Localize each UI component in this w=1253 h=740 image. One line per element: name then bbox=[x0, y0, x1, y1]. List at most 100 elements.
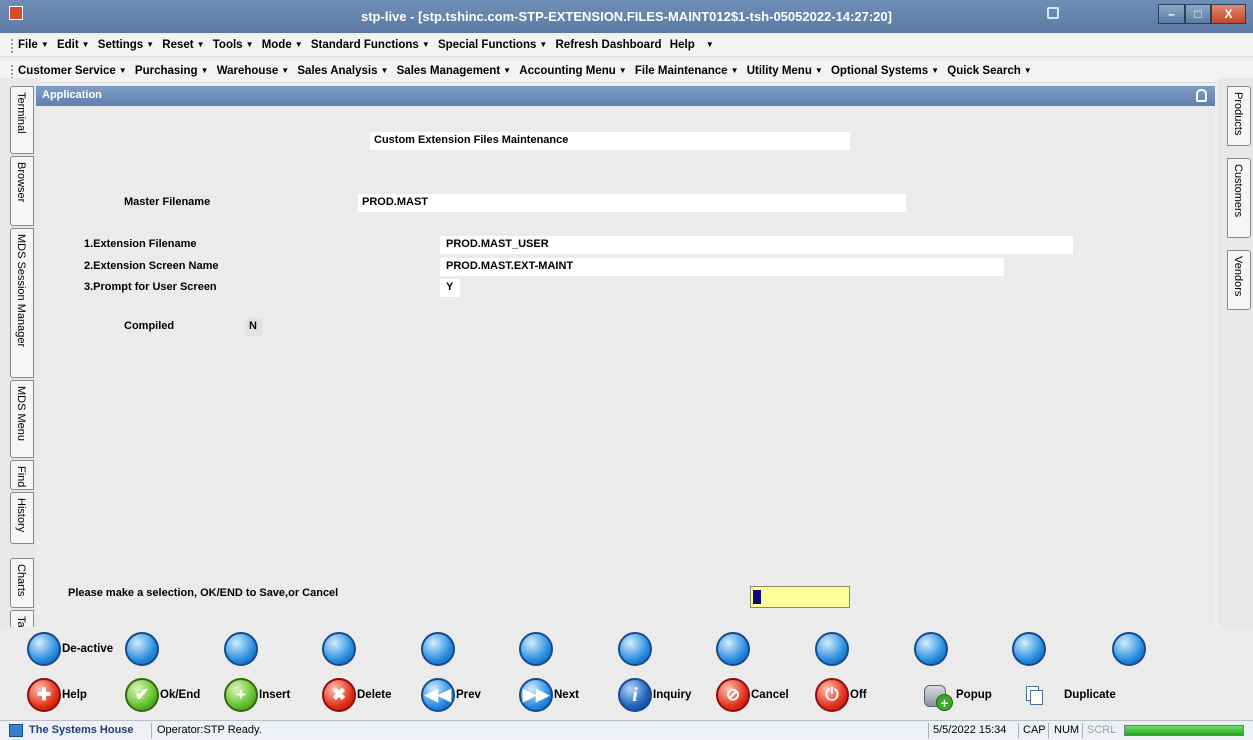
close-button[interactable]: X bbox=[1211, 4, 1246, 24]
master-filename-field[interactable]: PROD.MAST bbox=[358, 194, 906, 212]
tab-find[interactable]: Find bbox=[10, 460, 34, 490]
function-button-7[interactable] bbox=[618, 631, 653, 667]
function-button-8[interactable] bbox=[716, 631, 751, 667]
rewind-icon: ◀◀ bbox=[421, 678, 455, 712]
prompt-user-screen-field[interactable]: Y bbox=[440, 279, 460, 297]
globe-icon bbox=[224, 632, 258, 666]
tab-truncated[interactable]: Ta bbox=[10, 610, 34, 628]
duplicate-icon bbox=[1026, 684, 1046, 706]
minimize-button[interactable]: – bbox=[1158, 4, 1185, 24]
window-title: stp-live - [stp.tshinc.com-STP-EXTENSION… bbox=[361, 9, 892, 24]
menu-mode[interactable]: Mode ▼ bbox=[262, 39, 303, 51]
menu-sales-analysis[interactable]: Sales Analysis ▼ bbox=[297, 65, 388, 77]
popup-button[interactable]: + Popup bbox=[921, 677, 992, 713]
menu-edit[interactable]: Edit ▼ bbox=[57, 39, 90, 51]
application-title: Application bbox=[42, 89, 102, 101]
globe-icon bbox=[1112, 632, 1146, 666]
left-tab-strip: Terminal Browser MDS Session Manager MDS… bbox=[0, 78, 40, 700]
tab-customers[interactable]: Customers bbox=[1227, 158, 1251, 238]
tab-mds-menu[interactable]: MDS Menu bbox=[10, 380, 34, 458]
menu-file-maintenance[interactable]: File Maintenance ▼ bbox=[635, 65, 739, 77]
menu-special-functions[interactable]: Special Functions ▼ bbox=[438, 39, 547, 51]
prompt-user-screen-label: 3.Prompt for User Screen bbox=[84, 281, 217, 293]
company-logo-icon bbox=[9, 724, 23, 737]
ok-end-button[interactable]: ✔ Ok/End bbox=[125, 677, 200, 713]
menu-help[interactable]: Help bbox=[670, 39, 695, 51]
function-key-row-1: De-active bbox=[0, 627, 1253, 671]
menu-tools[interactable]: Tools ▼ bbox=[213, 39, 254, 51]
menu-customer-service[interactable]: Customer Service ▼ bbox=[18, 65, 127, 77]
tab-charts[interactable]: Charts bbox=[10, 558, 34, 608]
power-icon: ⏻ bbox=[815, 678, 849, 712]
globe-icon bbox=[815, 632, 849, 666]
lock-icon[interactable] bbox=[1196, 89, 1207, 102]
num-lock-indicator: NUM bbox=[1054, 724, 1080, 736]
function-button-11[interactable] bbox=[1012, 631, 1047, 667]
application-header: Application bbox=[36, 86, 1215, 106]
menu-standard-functions[interactable]: Standard Functions ▼ bbox=[311, 39, 430, 51]
menu-purchasing[interactable]: Purchasing ▼ bbox=[135, 65, 209, 77]
maximize-button[interactable]: □ bbox=[1185, 4, 1211, 24]
tab-browser[interactable]: Browser bbox=[10, 156, 34, 226]
menu-overflow[interactable]: ▼ bbox=[703, 39, 714, 51]
extension-filename-field[interactable]: PROD.MAST_USER bbox=[440, 236, 1073, 254]
module-menu-bar: Customer Service ▼ Purchasing ▼ Warehouse ▼… bbox=[0, 61, 1253, 83]
extension-screen-field[interactable]: PROD.MAST.EXT-MAINT bbox=[440, 258, 1004, 276]
menu-settings[interactable]: Settings ▼ bbox=[98, 39, 154, 51]
scroll-lock-indicator: SCRL bbox=[1087, 724, 1117, 736]
tab-products[interactable]: Products bbox=[1227, 86, 1251, 146]
page-title: Custom Extension Files Maintenance bbox=[370, 132, 850, 150]
tray-icon[interactable] bbox=[1047, 7, 1059, 19]
menu-sales-management[interactable]: Sales Management ▼ bbox=[397, 65, 511, 77]
insert-button[interactable]: + Insert bbox=[224, 677, 290, 713]
function-button-2[interactable] bbox=[125, 631, 160, 667]
help-button[interactable]: ✚ Help bbox=[27, 677, 87, 713]
company-name: The Systems House bbox=[29, 724, 134, 736]
menu-warehouse[interactable]: Warehouse ▼ bbox=[217, 65, 289, 77]
function-button-9[interactable] bbox=[815, 631, 850, 667]
info-icon: i bbox=[618, 678, 652, 712]
function-button-10[interactable] bbox=[914, 631, 949, 667]
inquiry-button[interactable]: i Inquiry bbox=[618, 677, 691, 713]
globe-icon bbox=[519, 632, 553, 666]
delete-button[interactable]: ✖ Delete bbox=[322, 677, 392, 713]
menu-quick-search[interactable]: Quick Search ▼ bbox=[947, 65, 1031, 77]
toolbar-grip[interactable] bbox=[11, 39, 13, 53]
next-button[interactable]: ▶▶ Next bbox=[519, 677, 579, 713]
function-button-12[interactable] bbox=[1112, 631, 1147, 667]
tab-mds-session-manager[interactable]: MDS Session Manager bbox=[10, 228, 34, 378]
globe-icon bbox=[322, 632, 356, 666]
plus-icon: + bbox=[224, 678, 258, 712]
status-datetime: 5/5/2022 15:34 bbox=[933, 724, 1007, 736]
function-button-6[interactable] bbox=[519, 631, 554, 667]
text-cursor bbox=[753, 590, 761, 604]
menu-optional-systems[interactable]: Optional Systems ▼ bbox=[831, 65, 939, 77]
off-button[interactable]: ⏻ Off bbox=[815, 677, 867, 713]
tab-history[interactable]: History bbox=[10, 492, 34, 544]
globe-icon bbox=[618, 632, 652, 666]
extension-filename-label: 1.Extension Filename bbox=[84, 238, 197, 250]
lifebuoy-icon: ✚ bbox=[27, 678, 61, 712]
menu-refresh-dashboard[interactable]: Refresh Dashboard bbox=[556, 39, 662, 51]
function-button-5[interactable] bbox=[421, 631, 456, 667]
no-entry-icon: ⊘ bbox=[716, 678, 750, 712]
tab-terminal[interactable]: Terminal bbox=[10, 86, 34, 154]
deactive-button[interactable]: De-active bbox=[27, 631, 113, 667]
prev-button[interactable]: ◀◀ Prev bbox=[421, 677, 481, 713]
toolbar-grip[interactable] bbox=[11, 65, 13, 79]
menu-utility[interactable]: Utility Menu ▼ bbox=[747, 65, 823, 77]
cancel-button[interactable]: ⊘ Cancel bbox=[716, 677, 789, 713]
globe-icon bbox=[1012, 632, 1046, 666]
menu-accounting[interactable]: Accounting Menu ▼ bbox=[519, 65, 626, 77]
selection-input[interactable] bbox=[750, 586, 850, 608]
tab-vendors[interactable]: Vendors bbox=[1227, 250, 1251, 310]
duplicate-button[interactable]: Duplicate bbox=[1018, 677, 1116, 713]
menu-reset[interactable]: Reset ▼ bbox=[162, 39, 204, 51]
globe-icon bbox=[716, 632, 750, 666]
extension-screen-label: 2.Extension Screen Name bbox=[84, 260, 219, 272]
progress-bar bbox=[1124, 725, 1244, 736]
function-button-3[interactable] bbox=[224, 631, 259, 667]
fast-forward-icon: ▶▶ bbox=[519, 678, 553, 712]
function-button-4[interactable] bbox=[322, 631, 357, 667]
menu-file[interactable]: File ▼ bbox=[18, 39, 49, 51]
